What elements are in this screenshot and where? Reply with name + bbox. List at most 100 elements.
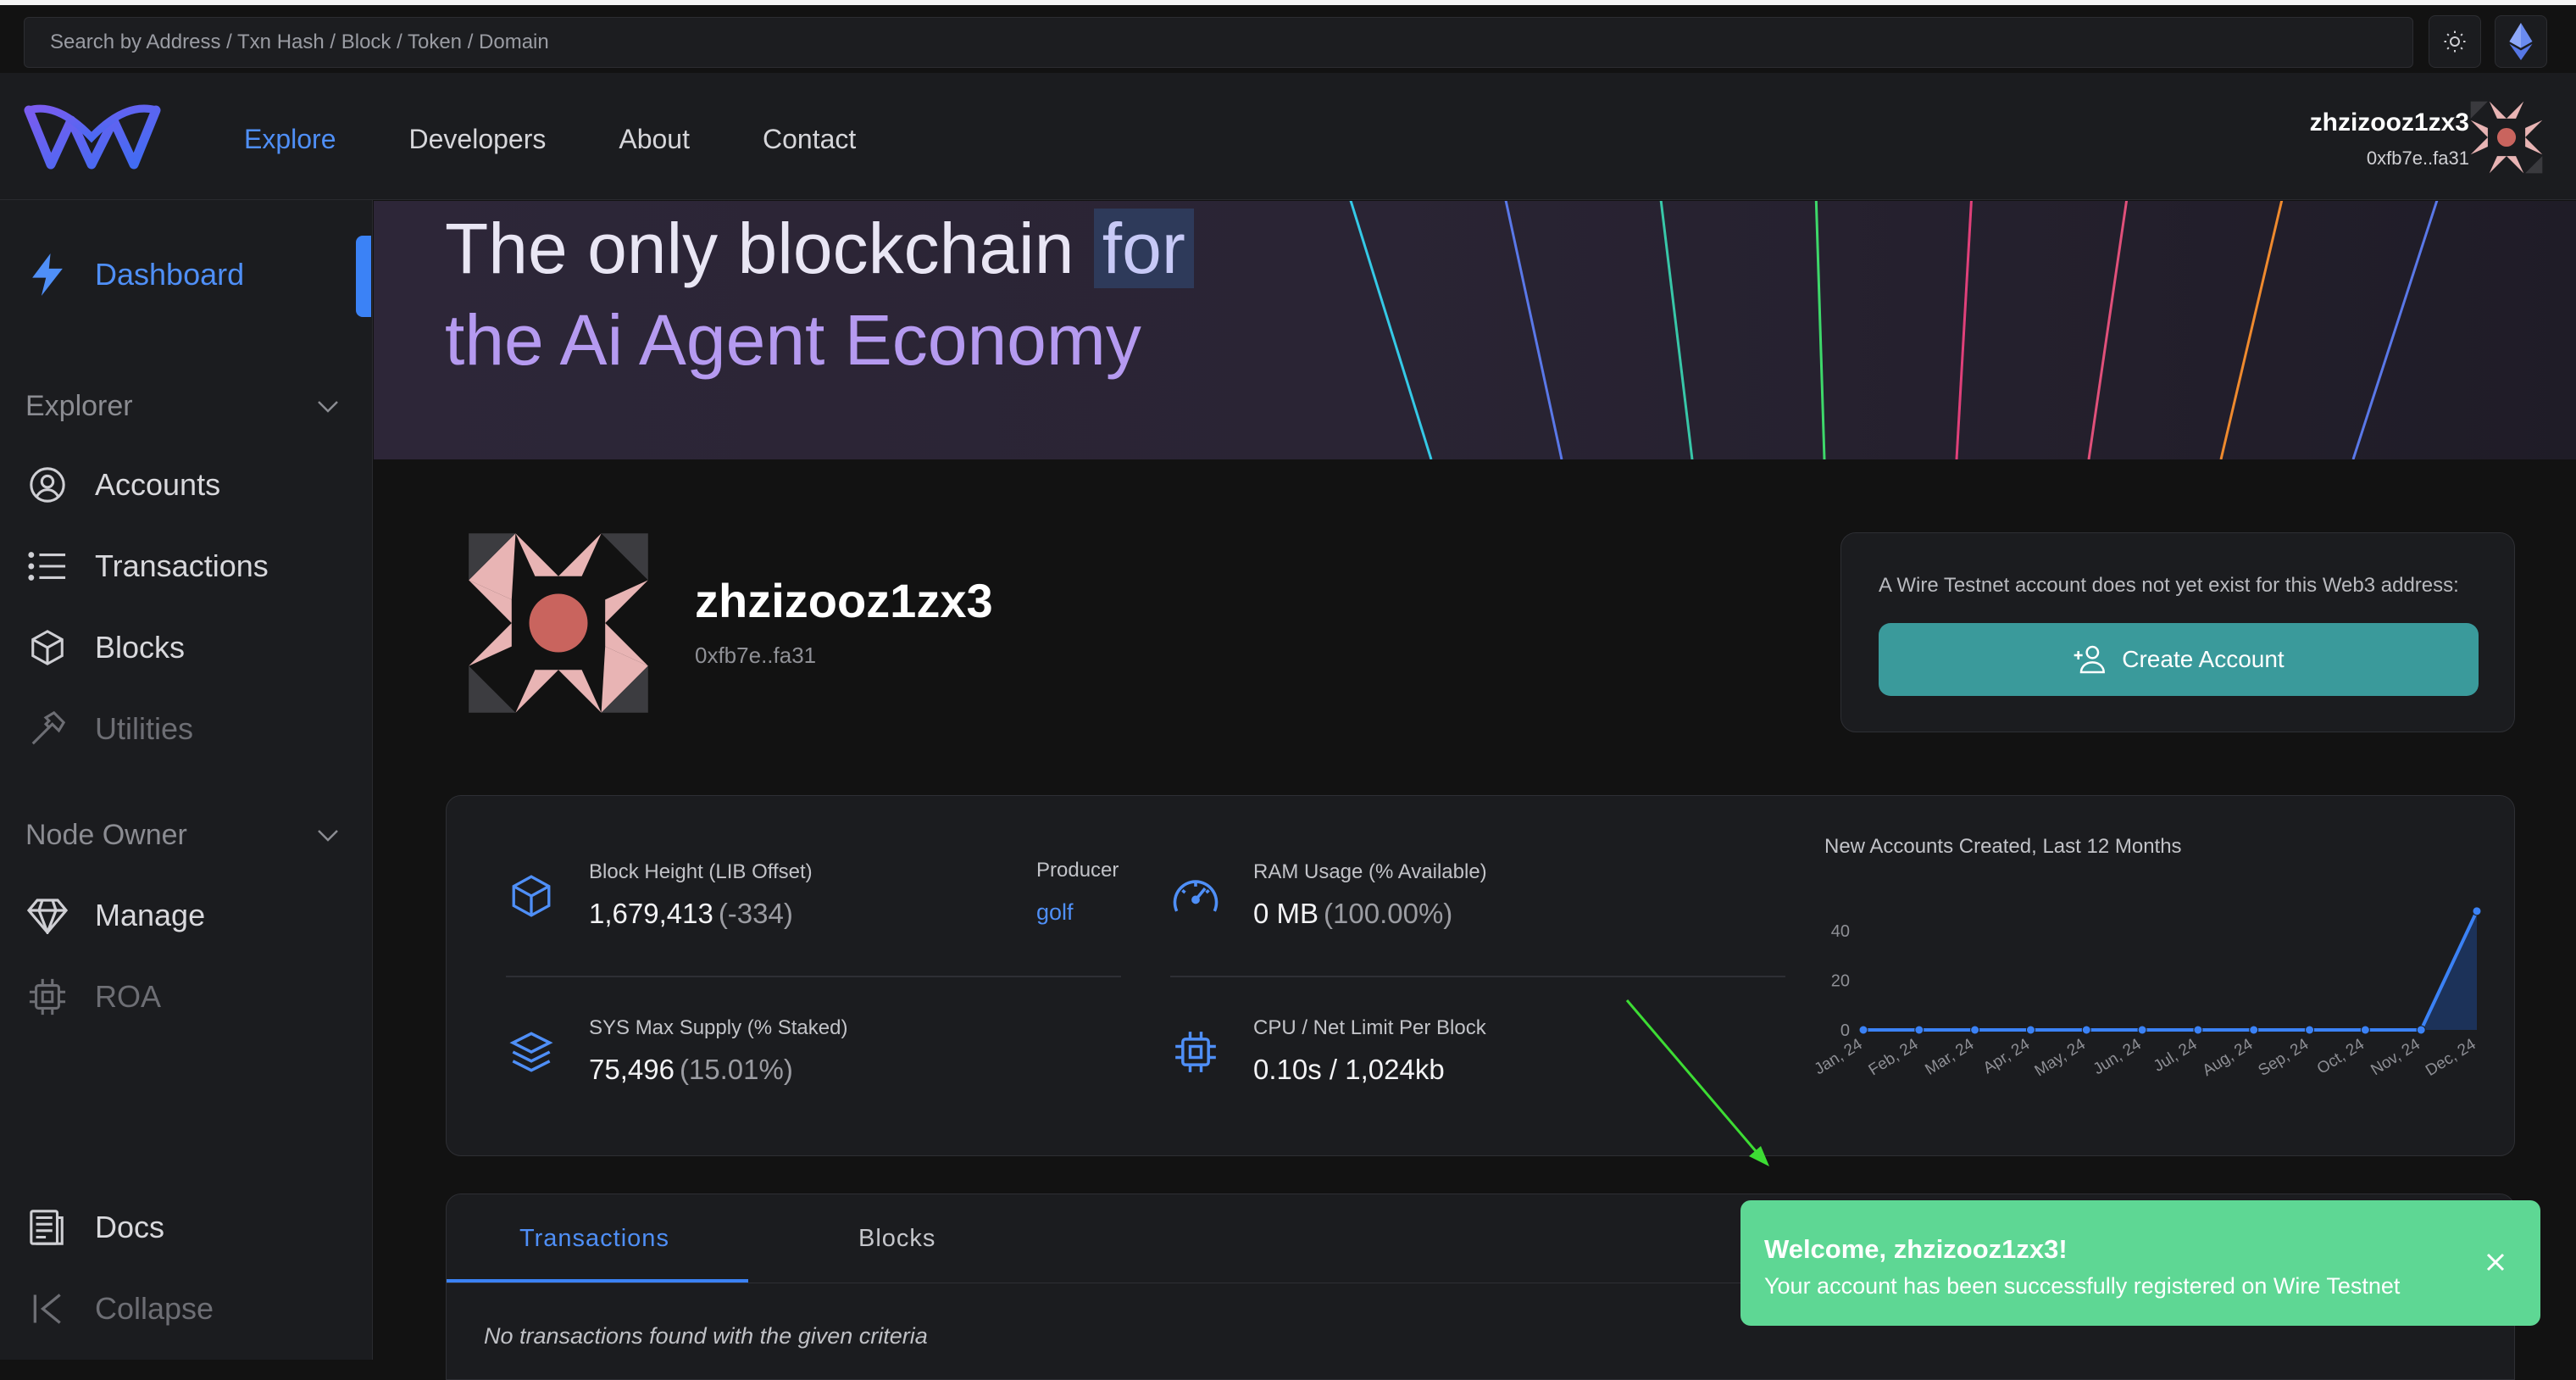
hammer-icon [25,707,69,751]
header-user-address: 0xfb7e..fa31 [2366,147,2469,169]
stat-value: 0.10s / 1,024kb [1253,1054,1445,1085]
chart-point [2081,1025,2091,1035]
active-indicator [356,236,371,317]
profile-address: 0xfb7e..fa31 [695,643,817,668]
x-tick-label: Mar, 24 [1922,1035,1977,1079]
stat-label: CPU / Net Limit Per Block [1253,1016,1486,1039]
wire-logo-icon[interactable] [24,103,161,171]
nav-about[interactable]: About [619,124,690,155]
stat-value: 0 MB [1253,898,1319,929]
search-input[interactable]: Search by Address / Txn Hash / Block / T… [24,17,2413,68]
sidebar-item-dashboard[interactable]: Dashboard [25,253,244,297]
sidebar-item-accounts[interactable]: Accounts [25,463,220,507]
gauge-icon [1170,871,1221,921]
list-icon [25,544,69,588]
chart-line [1863,910,2479,1032]
y-tick-label: 20 [1831,972,1850,991]
create-account-button[interactable]: Create Account [1879,623,2479,696]
toast-title: Welcome, zhzizooz1zx3! [1764,1234,2068,1264]
x-tick-label: Sep, 24 [2256,1035,2312,1080]
stat-label: SYS Max Supply (% Staked) [589,1016,848,1039]
chip-icon [25,975,69,1019]
nav-developers[interactable]: Developers [409,124,547,155]
cube-icon [25,626,69,670]
x-tick-label: Nov, 24 [2368,1035,2423,1079]
sidebar-group-node-owner[interactable]: Node Owner [25,819,339,852]
x-tick-label: Feb, 24 [1866,1035,1922,1079]
user-menu[interactable]: zhzizooz1zx3 0xfb7e..fa31 [2310,109,2469,170]
add-user-icon [2074,645,2106,674]
producer-link[interactable]: golf [1036,899,1074,926]
chart-point [2472,906,2482,916]
tab-transactions[interactable]: Transactions [519,1225,669,1253]
new-accounts-chart: 0 20 40 Jan, 24 Feb, 24 Mar, 24 Apr, 24May, 24… [1812,906,2482,1080]
close-icon[interactable] [2483,1249,2508,1275]
sun-icon [2444,31,2466,53]
toast-message: Your account has been successfully regis… [1764,1273,2401,1299]
sidebar-group-explorer[interactable]: Explorer [25,390,339,423]
chevron-down-icon [318,400,338,413]
sidebar: Dashboard Explorer Accounts Transactions… [0,200,373,1360]
x-tick-label: Aug, 24 [2200,1035,2257,1080]
sidebar-group-label: Explorer [25,390,133,422]
sidebar-item-label: Dashboard [95,257,245,292]
nav-contact[interactable]: Contact [763,124,856,155]
sidebar-item-roa[interactable]: ROA [25,975,161,1019]
top-strip [0,0,2576,5]
producer-label: Producer [1036,859,1119,882]
x-tick-label: May, 24 [2032,1035,2090,1080]
stats-divider [1170,976,1785,977]
sidebar-item-docs[interactable]: Docs [25,1205,164,1249]
sidebar-item-transactions[interactable]: Transactions [25,544,269,588]
chart-point [1858,1025,1868,1035]
profile-avatar [469,533,648,713]
create-account-card: A Wire Testnet account does not yet exis… [1840,532,2515,732]
header-username: zhzizooz1zx3 [2309,109,2469,136]
chart-point [2137,1025,2147,1035]
nav-explore[interactable]: Explore [244,124,336,155]
collapse-icon [25,1287,69,1331]
x-tick-label: Jun, 24 [2090,1035,2145,1078]
sidebar-item-blocks[interactable]: Blocks [25,626,185,670]
banner-line1: The only blockchain [445,209,1094,288]
chart-point [1914,1025,1924,1035]
sidebar-item-manage[interactable]: Manage [25,893,205,938]
chart-point [2416,1025,2426,1035]
tab-blocks[interactable]: Blocks [858,1225,935,1253]
stat-label: RAM Usage (% Available) [1253,860,1487,883]
stat-sub: (100.00%) [1324,898,1453,929]
network-button[interactable] [2495,15,2547,68]
cube-icon [506,871,557,921]
stats-divider [506,976,1121,977]
lightning-icon [25,253,69,297]
sidebar-item-label: Accounts [95,467,221,502]
docs-icon [25,1205,69,1249]
success-toast: Welcome, zhzizooz1zx3! Your account has … [1740,1200,2540,1326]
stat-label: Block Height (LIB Offset) [589,860,813,883]
create-account-label: Create Account [2122,646,2285,672]
x-tick-label: Jan, 24 [1812,1035,1866,1078]
create-account-message: A Wire Testnet account does not yet exis… [1879,574,2459,597]
layers-icon [506,1027,557,1077]
sidebar-item-utilities[interactable]: Utilities [25,707,193,751]
chart-point [1970,1025,1980,1035]
y-tick-label: 0 [1840,1021,1850,1040]
stat-value: 75,496 [589,1054,675,1085]
sidebar-item-label: Docs [95,1210,165,1244]
theme-toggle-button[interactable] [2429,15,2481,68]
sidebar-item-label: Collapse [95,1291,214,1326]
sidebar-collapse-button[interactable]: Collapse [25,1287,214,1331]
hero-banner: The only blockchain for the Ai Agent Eco… [374,201,2576,459]
avatar[interactable] [2468,98,2545,176]
user-circle-icon [25,463,69,507]
chip-icon [1170,1027,1221,1077]
x-tick-label: Apr, 24 [1980,1035,2034,1077]
x-tick-label: Jul, 24 [2151,1035,2201,1076]
diamond-icon [25,893,69,938]
stats-card: Block Height (LIB Offset) 1,679,413 (-334… [446,795,2515,1156]
sidebar-group-label: Node Owner [25,819,187,851]
sidebar-item-label: ROA [95,979,162,1014]
chart-point [2305,1025,2315,1035]
banner-highlight: for [1093,209,1194,288]
chart-area [1863,910,2477,1030]
